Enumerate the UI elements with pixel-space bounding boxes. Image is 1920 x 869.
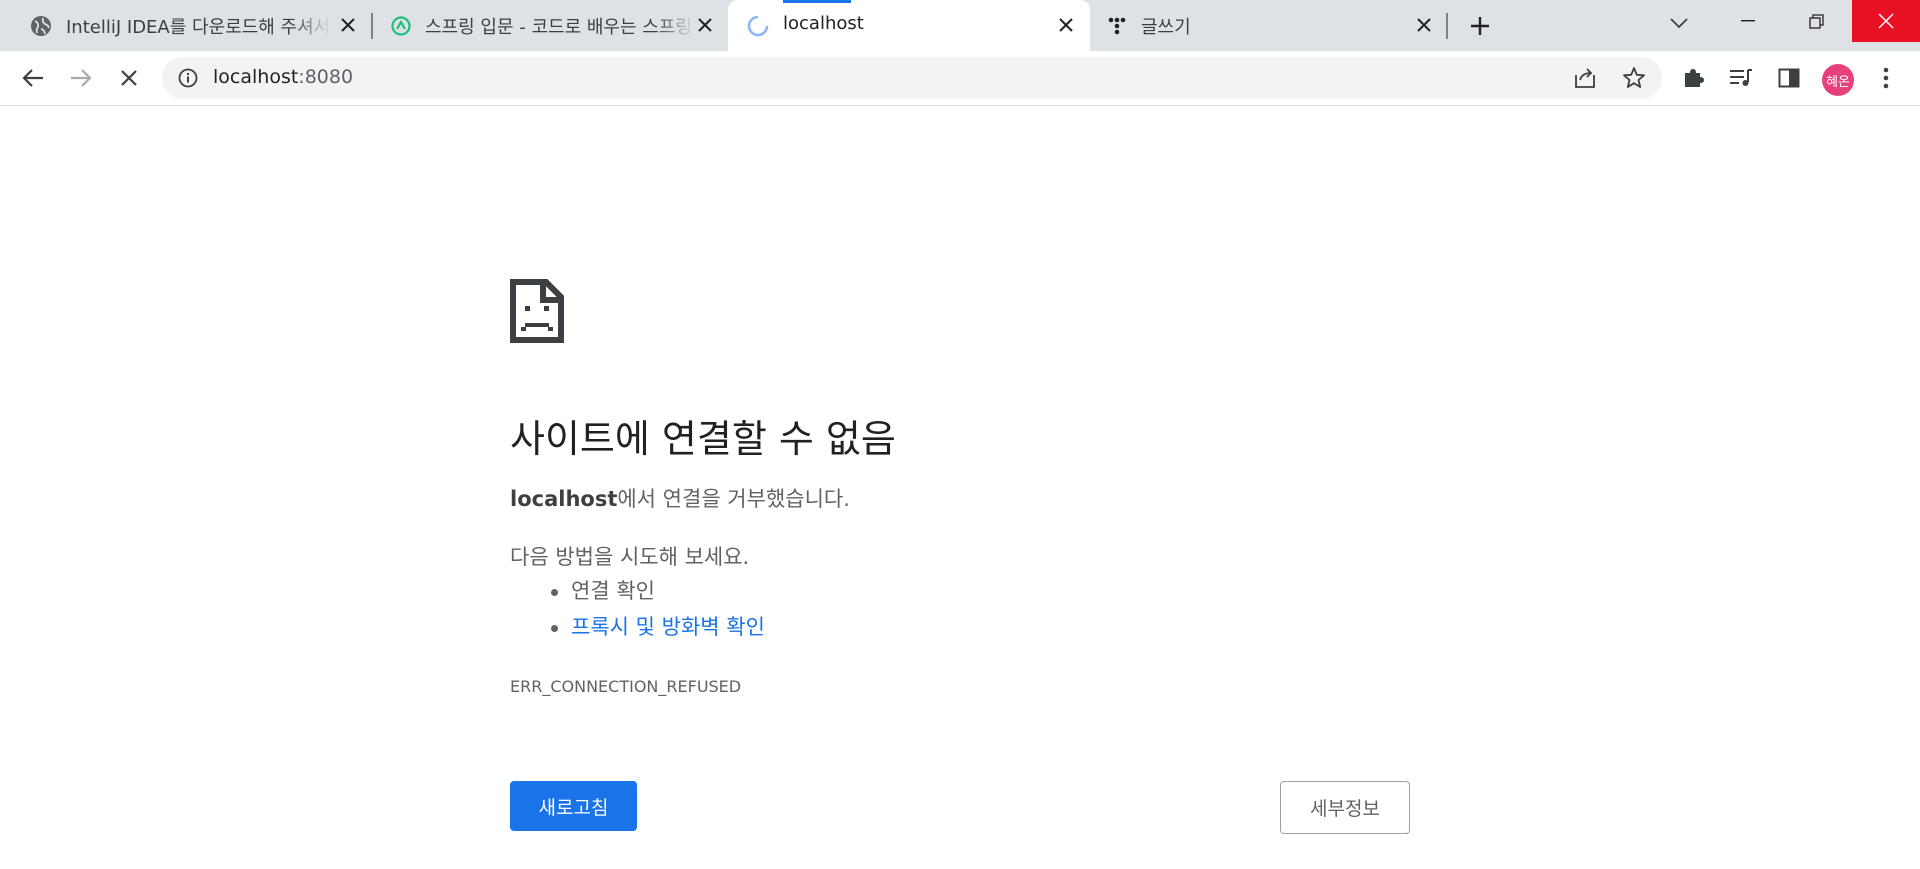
restore-button[interactable] bbox=[1788, 0, 1844, 42]
media-queue-icon[interactable] bbox=[1725, 62, 1757, 94]
tab-intellij[interactable]: IntelliJ IDEA를 다운로드해 주셔서 감사합니다! bbox=[0, 0, 360, 51]
more-menu-icon[interactable] bbox=[1870, 62, 1902, 94]
reload-button[interactable]: 새로고침 bbox=[510, 781, 637, 831]
close-tab-icon[interactable] bbox=[337, 14, 359, 36]
forward-button[interactable] bbox=[65, 62, 97, 94]
details-button[interactable]: 세부정보 bbox=[1280, 781, 1410, 834]
error-code: ERR_CONNECTION_REFUSED bbox=[510, 677, 742, 696]
loading-spinner-icon bbox=[747, 15, 769, 37]
tab-tistory[interactable]: 글쓰기 bbox=[1090, 0, 1448, 51]
new-tab-button[interactable] bbox=[1466, 12, 1494, 40]
window-close-button[interactable] bbox=[1852, 0, 1920, 42]
sad-page-icon bbox=[510, 279, 564, 343]
tab-title: localhost bbox=[783, 13, 864, 34]
extensions-puzzle-icon[interactable] bbox=[1677, 62, 1709, 94]
back-button[interactable] bbox=[17, 62, 49, 94]
error-host: localhost bbox=[510, 487, 618, 511]
tab-inflearn[interactable]: 스프링 입문 - 코드로 배우는 스프링 부트 bbox=[360, 0, 728, 51]
globe-icon bbox=[30, 15, 52, 37]
suggestion-text: 연결 확인 bbox=[571, 579, 655, 603]
inflearn-icon bbox=[390, 15, 412, 37]
suggestions-list: 연결 확인 프록시 및 방화벽 확인 bbox=[551, 576, 765, 648]
tab-strip: IntelliJ IDEA를 다운로드해 주셔서 감사합니다! 스프링 입문 -… bbox=[0, 0, 1920, 51]
minimize-button[interactable] bbox=[1720, 0, 1776, 42]
close-tab-icon[interactable] bbox=[1413, 14, 1435, 36]
site-info-icon[interactable] bbox=[176, 66, 200, 90]
tab-loading-bar bbox=[783, 0, 851, 3]
url-text[interactable]: localhost:8080 bbox=[213, 66, 353, 88]
tistory-icon bbox=[1106, 15, 1128, 37]
error-title: 사이트에 연결할 수 없음 bbox=[510, 417, 896, 461]
tab-title: 스프링 입문 - 코드로 배우는 스프링 부트 bbox=[425, 17, 695, 38]
suggestion-check-proxy: 프록시 및 방화벽 확인 bbox=[551, 612, 765, 648]
tab-title: IntelliJ IDEA를 다운로드해 주셔서 감사합니다! bbox=[66, 17, 331, 38]
tab-search-chevron-icon[interactable] bbox=[1666, 10, 1692, 36]
url-port: :8080 bbox=[298, 66, 354, 88]
avatar-initials: 혜온 bbox=[1826, 74, 1850, 90]
side-panel-icon[interactable] bbox=[1773, 62, 1805, 94]
suggestions-heading: 다음 방법을 시도해 보세요. bbox=[510, 545, 750, 569]
tab-separator bbox=[1446, 13, 1448, 39]
share-icon[interactable] bbox=[1572, 65, 1598, 91]
address-bar[interactable]: localhost:8080 bbox=[162, 57, 1662, 99]
close-tab-icon[interactable] bbox=[694, 14, 716, 36]
url-host: localhost bbox=[213, 66, 299, 88]
browser-toolbar: localhost:8080 혜온 bbox=[0, 51, 1920, 106]
error-description: localhost에서 연결을 거부했습니다. bbox=[510, 483, 850, 513]
stop-loading-button[interactable] bbox=[113, 62, 145, 94]
close-tab-icon[interactable] bbox=[1055, 14, 1077, 36]
error-description-text: 에서 연결을 거부했습니다. bbox=[617, 487, 850, 511]
tab-localhost[interactable]: localhost bbox=[728, 0, 1090, 51]
tab-title: 글쓰기 bbox=[1141, 17, 1191, 38]
bookmark-star-icon[interactable] bbox=[1621, 65, 1647, 91]
profile-avatar[interactable]: 혜온 bbox=[1822, 64, 1854, 96]
proxy-firewall-link[interactable]: 프록시 및 방화벽 확인 bbox=[571, 615, 765, 639]
suggestion-check-connection: 연결 확인 bbox=[551, 576, 765, 612]
